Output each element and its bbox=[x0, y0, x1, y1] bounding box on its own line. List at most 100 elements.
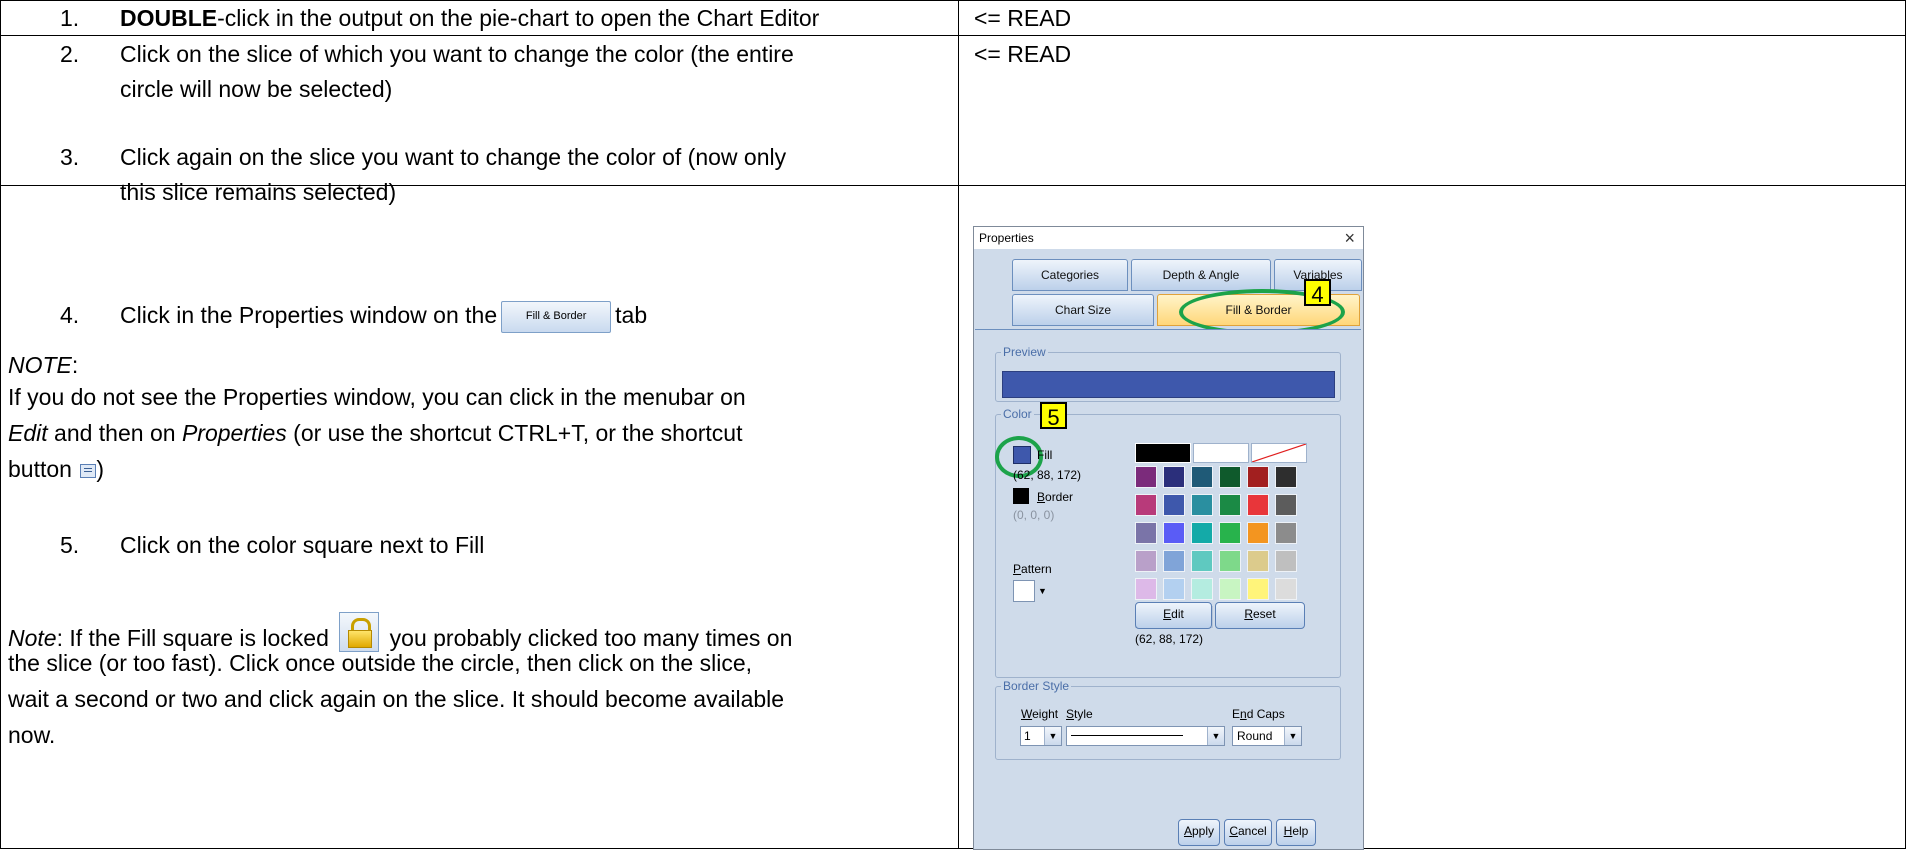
weight-label: Weight bbox=[1021, 707, 1059, 721]
palette-swatch[interactable] bbox=[1275, 466, 1297, 488]
edit-button[interactable]: Edit bbox=[1135, 602, 1212, 629]
step-number: 1. bbox=[60, 5, 80, 31]
palette-swatch[interactable] bbox=[1247, 494, 1269, 516]
chevron-down-icon: ▼ bbox=[1044, 727, 1061, 745]
palette-swatch[interactable] bbox=[1275, 578, 1297, 600]
palette-swatch[interactable] bbox=[1219, 494, 1241, 516]
chevron-down-icon: ▼ bbox=[1207, 727, 1224, 745]
palette-swatch[interactable] bbox=[1275, 550, 1297, 572]
palette-swatch[interactable] bbox=[1247, 550, 1269, 572]
palette-none[interactable] bbox=[1251, 443, 1307, 463]
note-rest: (or use the shortcut CTRL+T, or the shor… bbox=[286, 420, 743, 446]
palette-swatch[interactable] bbox=[1135, 522, 1157, 544]
step-5-text: Click on the color square next to Fill bbox=[120, 532, 485, 558]
note-line2: Edit and then on Properties (or use the … bbox=[8, 418, 743, 448]
properties-shortcut-icon bbox=[80, 463, 97, 478]
palette-swatch[interactable] bbox=[1219, 522, 1241, 544]
palette-swatch[interactable] bbox=[1163, 494, 1185, 516]
step-4-before: Click in the Properties window on the bbox=[120, 302, 498, 328]
help-button[interactable]: Help bbox=[1276, 819, 1316, 846]
palette-swatch[interactable] bbox=[1219, 466, 1241, 488]
pattern-dropdown-icon[interactable]: ▼ bbox=[1038, 584, 1047, 598]
palette-swatch[interactable] bbox=[1163, 466, 1185, 488]
palette-swatch[interactable] bbox=[1135, 550, 1157, 572]
fill-border-panel: Preview Color 5 Fill (62, 88, 172) Borde… bbox=[975, 329, 1361, 849]
step-1-text: DOUBLE-click in the output on the pie-ch… bbox=[120, 3, 819, 33]
tab-depth-angle[interactable]: Depth & Angle bbox=[1131, 259, 1271, 291]
table-border-left bbox=[0, 0, 1, 849]
preview-swatch bbox=[1002, 371, 1335, 398]
fill-label: Fill bbox=[1037, 448, 1053, 462]
table-border-top bbox=[0, 0, 1906, 1]
style-label: Style bbox=[1066, 707, 1093, 721]
window-titlebar: Properties × bbox=[974, 227, 1363, 249]
callout-5: 5 bbox=[1040, 402, 1067, 430]
palette-swatch[interactable] bbox=[1275, 494, 1297, 516]
palette-swatch[interactable] bbox=[1191, 578, 1213, 600]
palette-swatch[interactable] bbox=[1191, 494, 1213, 516]
note2-line4: now. bbox=[8, 722, 56, 748]
instruction-table: 1. DOUBLE-click in the output on the pie… bbox=[0, 0, 1906, 850]
column-divider bbox=[958, 0, 959, 849]
step-number: 4. bbox=[60, 302, 80, 328]
note2-line3: wait a second or two and click again on … bbox=[8, 686, 785, 712]
apply-button[interactable]: Apply bbox=[1178, 819, 1220, 846]
window-title: Properties bbox=[979, 231, 1034, 245]
end-caps-dropdown[interactable]: Round ▼ bbox=[1232, 726, 1302, 746]
border-style-legend: Border Style bbox=[1001, 679, 1072, 693]
palette-swatch[interactable] bbox=[1275, 522, 1297, 544]
style-dropdown[interactable]: ▼ bbox=[1066, 726, 1225, 746]
border-color-square[interactable] bbox=[1013, 488, 1029, 504]
palette-swatch[interactable] bbox=[1163, 578, 1185, 600]
tab-categories[interactable]: Categories bbox=[1012, 259, 1128, 291]
note2-line2: the slice (or too fast). Click once outs… bbox=[8, 650, 752, 676]
palette-swatch[interactable] bbox=[1135, 494, 1157, 516]
palette-swatch[interactable] bbox=[1247, 522, 1269, 544]
palette-black[interactable] bbox=[1135, 443, 1191, 463]
palette-swatch[interactable] bbox=[1163, 522, 1185, 544]
menu-properties: Properties bbox=[181, 420, 287, 446]
palette-swatch[interactable] bbox=[1191, 522, 1213, 544]
weight-dropdown[interactable]: 1 ▼ bbox=[1020, 726, 1062, 746]
menu-edit: Edit bbox=[8, 420, 48, 446]
lock-icon bbox=[339, 612, 380, 652]
row-divider bbox=[0, 35, 1906, 36]
note-close-paren: ) bbox=[96, 456, 105, 482]
step-number: 3. bbox=[60, 144, 80, 170]
step-2-line2: circle will now be selected) bbox=[120, 76, 393, 102]
palette-swatch[interactable] bbox=[1219, 578, 1241, 600]
end-caps-value: Round bbox=[1237, 729, 1273, 743]
border-label: Border bbox=[1037, 490, 1074, 504]
palette-swatch[interactable] bbox=[1135, 466, 1157, 488]
no-color-icon bbox=[1252, 444, 1306, 462]
pattern-label: Pattern bbox=[1013, 562, 1052, 576]
palette-swatch[interactable] bbox=[1135, 578, 1157, 600]
fill-border-tab-image: Fill & Border bbox=[501, 300, 612, 333]
cancel-button[interactable]: Cancel bbox=[1224, 819, 1272, 846]
palette-swatch[interactable] bbox=[1163, 550, 1185, 572]
palette-white[interactable] bbox=[1193, 443, 1249, 463]
border-style-group bbox=[995, 686, 1341, 760]
chevron-down-icon: ▼ bbox=[1284, 727, 1301, 745]
note-colon: : bbox=[71, 352, 79, 378]
palette-swatch[interactable] bbox=[1247, 466, 1269, 488]
palette-swatch[interactable] bbox=[1219, 550, 1241, 572]
note-button-text: button bbox=[8, 456, 79, 482]
border-rgb: (0, 0, 0) bbox=[1013, 508, 1055, 522]
step-4-text: Click in the Properties window on the Fil… bbox=[120, 300, 647, 333]
weight-value: 1 bbox=[1024, 729, 1031, 743]
note-label: NOTE bbox=[8, 352, 72, 378]
close-icon[interactable]: × bbox=[1344, 227, 1355, 249]
palette-swatch[interactable] bbox=[1247, 578, 1269, 600]
callout-4: 4 bbox=[1304, 279, 1331, 307]
step-number: 5. bbox=[60, 532, 80, 558]
preview-legend: Preview bbox=[1001, 345, 1048, 359]
reset-button[interactable]: Reset bbox=[1215, 602, 1305, 629]
pattern-selector[interactable] bbox=[1013, 580, 1035, 602]
palette-swatch[interactable] bbox=[1191, 550, 1213, 572]
read-label: <= READ bbox=[974, 41, 1072, 67]
fill-rgb: (62, 88, 172) bbox=[1013, 468, 1082, 482]
read-label: <= READ bbox=[974, 5, 1072, 31]
tab-chart-size[interactable]: Chart Size bbox=[1012, 294, 1154, 326]
palette-swatch[interactable] bbox=[1191, 466, 1213, 488]
